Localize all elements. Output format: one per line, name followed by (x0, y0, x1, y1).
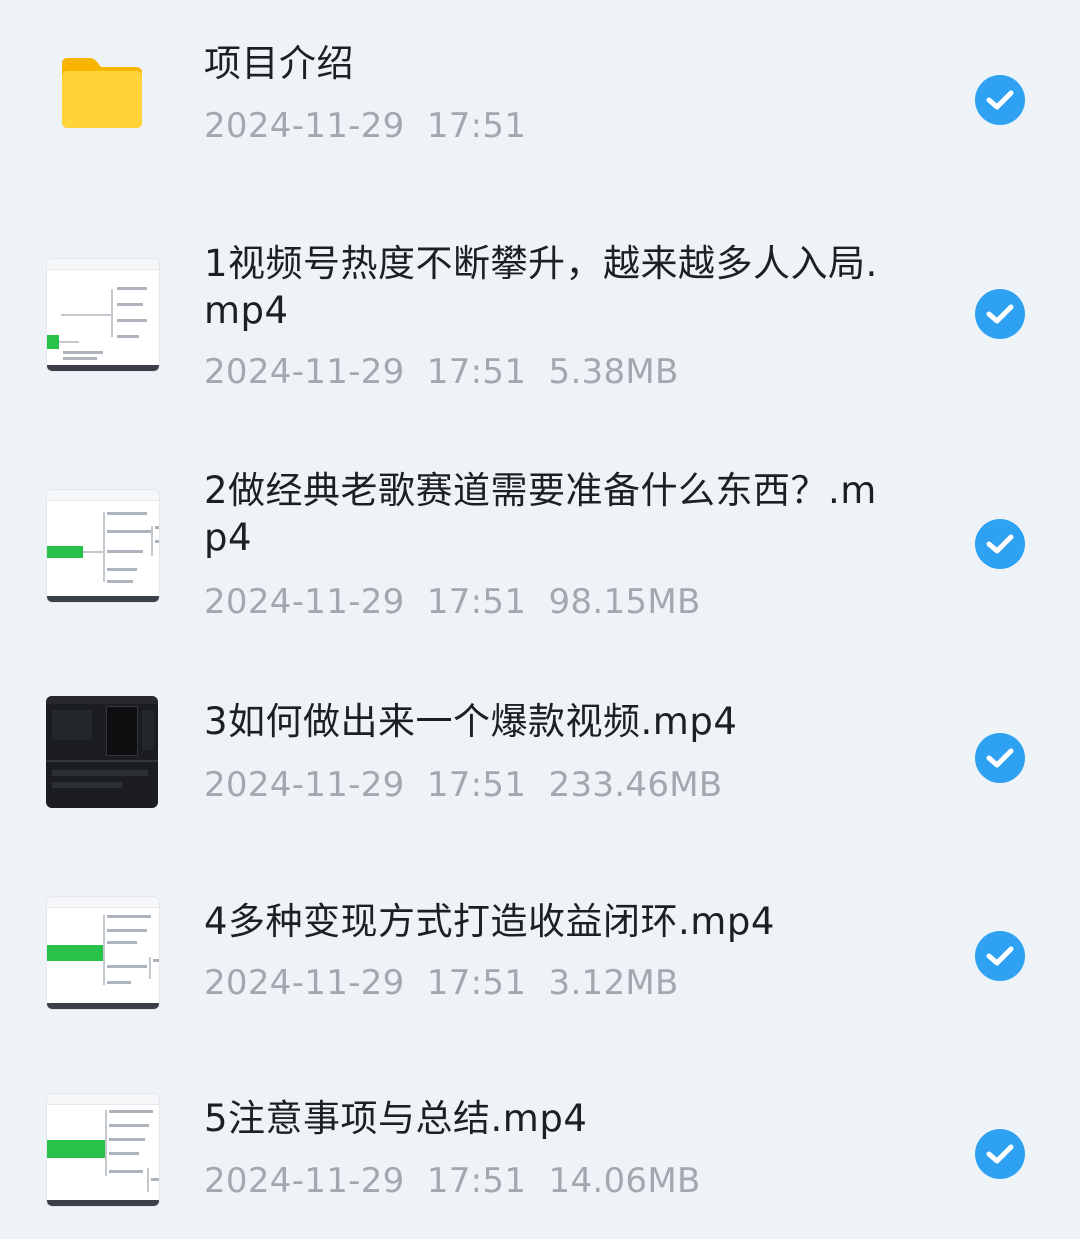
file-row[interactable]: 2做经典老歌赛道需要准备什么东西？.mp4 2024-11-29 17:51 9… (0, 425, 1080, 660)
file-size: 14.06MB (548, 1161, 701, 1201)
file-row[interactable]: 项目介绍 2024-11-29 17:51 (0, 0, 1080, 200)
file-row[interactable]: 1视频号热度不断攀升，越来越多人入局.mp4 2024-11-29 17:51 … (0, 200, 1080, 425)
file-size: 3.12MB (548, 963, 679, 1003)
file-date: 2024-11-29 (204, 106, 405, 146)
selection-checkbox[interactable] (975, 519, 1025, 569)
file-meta: 2024-11-29 17:51 14.06MB (204, 1161, 701, 1201)
checkmark-circle-icon (986, 90, 1014, 110)
file-time: 17:51 (426, 765, 527, 805)
file-name: 1视频号热度不断攀升，越来越多人入局.mp4 (204, 242, 878, 332)
file-size: 233.46MB (548, 765, 723, 805)
selection-checkbox[interactable] (975, 1129, 1025, 1179)
file-name: 4多种变现方式打造收益闭环.mp4 (204, 900, 775, 943)
selection-checkbox[interactable] (975, 931, 1025, 981)
file-date: 2024-11-29 (204, 582, 405, 622)
video-editor-thumbnail (46, 696, 158, 808)
file-size: 5.38MB (548, 352, 679, 392)
checkmark-circle-icon (986, 946, 1014, 966)
file-row[interactable]: 3如何做出来一个爆款视频.mp4 2024-11-29 17:51 233.46… (0, 660, 1080, 860)
folder-icon (62, 58, 142, 128)
file-name: 项目介绍 (204, 42, 354, 85)
file-date: 2024-11-29 (204, 352, 405, 392)
file-time: 17:51 (426, 963, 527, 1003)
checkmark-circle-icon (986, 1144, 1014, 1164)
file-name: 3如何做出来一个爆款视频.mp4 (204, 700, 738, 743)
file-meta: 2024-11-29 17:51 233.46MB (204, 765, 723, 805)
checkmark-circle-icon (986, 748, 1014, 768)
file-row[interactable]: 5注意事项与总结.mp4 2024-11-29 17:51 14.06MB (0, 1055, 1080, 1239)
file-name: 5注意事项与总结.mp4 (204, 1097, 588, 1140)
file-list: 项目介绍 2024-11-29 17:51 1视频号热度不断攀升，越来越多人入局… (0, 0, 1080, 1239)
mindmap-thumbnail (46, 896, 160, 1010)
file-meta: 2024-11-29 17:51 3.12MB (204, 963, 679, 1003)
file-meta: 2024-11-29 17:51 98.15MB (204, 582, 701, 622)
file-time: 17:51 (426, 582, 527, 622)
checkmark-circle-icon (986, 304, 1014, 324)
selection-checkbox[interactable] (975, 289, 1025, 339)
selection-checkbox[interactable] (975, 733, 1025, 783)
file-time: 17:51 (426, 1161, 527, 1201)
checkmark-circle-icon (986, 534, 1014, 554)
file-date: 2024-11-29 (204, 963, 405, 1003)
file-date: 2024-11-29 (204, 765, 405, 805)
file-size: 98.15MB (548, 582, 701, 622)
file-meta: 2024-11-29 17:51 (204, 106, 526, 146)
file-meta: 2024-11-29 17:51 5.38MB (204, 352, 679, 392)
selection-checkbox[interactable] (975, 75, 1025, 125)
mindmap-thumbnail (46, 258, 160, 372)
file-row[interactable]: 4多种变现方式打造收益闭环.mp4 2024-11-29 17:51 3.12M… (0, 860, 1080, 1055)
mindmap-thumbnail (46, 1093, 160, 1207)
file-name: 2做经典老歌赛道需要准备什么东西？.mp4 (204, 469, 877, 559)
mindmap-thumbnail (46, 489, 160, 603)
file-time: 17:51 (426, 106, 527, 146)
file-time: 17:51 (426, 352, 527, 392)
file-date: 2024-11-29 (204, 1161, 405, 1201)
